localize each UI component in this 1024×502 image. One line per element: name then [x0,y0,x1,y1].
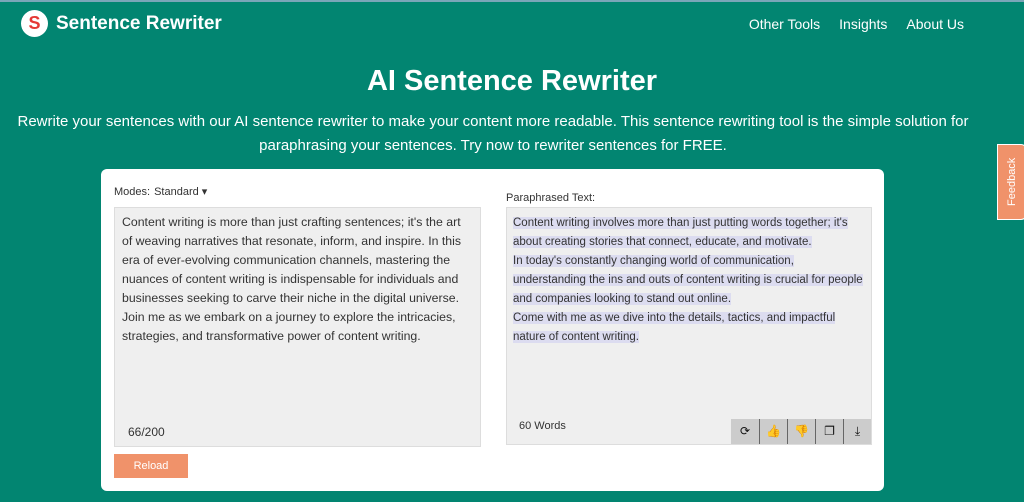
input-textarea[interactable]: Content writing is more than just crafti… [114,207,481,447]
char-count: 66/200 [128,425,165,439]
word-count: 60 Words [519,420,566,432]
modes-selector: Modes: Standard ▾ [114,186,208,198]
top-nav: Other Tools Insights About Us [749,16,964,32]
logo-icon: S [21,10,48,37]
output-toolbar: ⟳ 👍 👎 ❐ ⤓ [731,419,871,444]
refresh-icon[interactable]: ⟳ [731,419,759,444]
brand-logo[interactable]: S Sentence Rewriter [21,10,222,37]
nav-insights[interactable]: Insights [839,16,887,32]
feedback-tab[interactable]: Feedback [997,144,1024,220]
paraphrased-label: Paraphrased Text: [506,192,596,204]
page-title: AI Sentence Rewriter [366,65,658,97]
copy-icon[interactable]: ❐ [815,419,843,444]
thumbs-down-icon[interactable]: 👎 [787,419,815,444]
brand-name: Sentence Rewriter [56,12,222,34]
reload-button[interactable]: Reload [114,454,188,478]
download-icon[interactable]: ⤓ [843,419,871,444]
rewriter-card: Modes: Standard ▾ Content writing is more… [101,169,884,491]
mode-dropdown[interactable]: Standard ▾ [154,186,207,198]
nav-about-us[interactable]: About Us [906,16,964,32]
thumbs-up-icon[interactable]: 👍 [759,419,787,444]
nav-other-tools[interactable]: Other Tools [749,16,820,32]
output-panel[interactable]: Content writing involves more than just … [506,207,872,445]
page-subtitle: Rewrite your sentences with our AI sente… [17,113,969,154]
